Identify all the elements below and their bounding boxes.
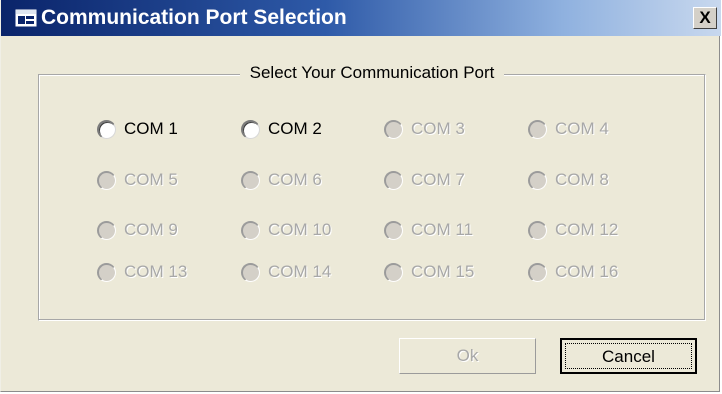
radio-circle-icon — [97, 262, 116, 282]
radio-label: COM 2 — [268, 119, 322, 138]
radio-circle-icon — [528, 262, 547, 282]
focus-ring: Cancel — [565, 343, 692, 369]
radio-com-6: COM 6 — [241, 168, 322, 192]
radio-circle-icon — [384, 170, 403, 190]
radio-com-8: COM 8 — [528, 168, 609, 192]
ok-button-label: Ok — [456, 346, 479, 365]
radio-circle-icon — [528, 220, 547, 240]
port-selection-dialog: Communication Port Selection X Select Yo… — [0, 0, 721, 392]
ok-button[interactable]: Ok — [399, 338, 536, 374]
window-title: Communication Port Selection — [41, 6, 347, 29]
radio-label: COM 10 — [268, 220, 332, 239]
radio-circle-icon — [528, 170, 547, 190]
radio-com-4: COM 4 — [528, 117, 609, 141]
radio-com-7: COM 7 — [384, 168, 465, 192]
radio-com-10: COM 10 — [241, 218, 331, 242]
radio-label: COM 8 — [555, 170, 609, 189]
radio-circle-icon — [241, 170, 260, 190]
radio-circle-icon — [528, 119, 547, 139]
group-title-text: Select Your Communication Port — [239, 63, 505, 82]
radio-circle-icon[interactable] — [241, 119, 260, 139]
radio-circle-icon[interactable] — [97, 119, 116, 139]
radio-com-13: COM 13 — [97, 260, 187, 284]
radio-com-14: COM 14 — [241, 260, 331, 284]
radio-label: COM 15 — [411, 262, 475, 281]
cancel-button[interactable]: Cancel — [560, 338, 697, 374]
radio-com-5: COM 5 — [97, 168, 178, 192]
radio-com-16: COM 16 — [528, 260, 618, 284]
radio-circle-icon — [97, 220, 116, 240]
radio-label: COM 7 — [411, 170, 465, 189]
radio-circle-icon — [384, 262, 403, 282]
radio-label: COM 14 — [268, 262, 332, 281]
radio-circle-icon — [97, 170, 116, 190]
radio-circle-icon — [384, 119, 403, 139]
title-bar[interactable]: Communication Port Selection X — [1, 0, 721, 36]
radio-circle-icon — [241, 262, 260, 282]
radio-label: COM 6 — [268, 170, 322, 189]
radio-label: COM 13 — [124, 262, 188, 281]
close-button[interactable]: X — [693, 7, 717, 29]
cancel-button-label: Cancel — [602, 347, 655, 366]
radio-label: COM 9 — [124, 220, 178, 239]
radio-label: COM 5 — [124, 170, 178, 189]
radio-circle-icon — [384, 220, 403, 240]
group-title: Select Your Communication Port — [59, 62, 685, 84]
radio-circle-icon — [241, 220, 260, 240]
radio-label: COM 1 — [124, 119, 178, 138]
radio-com-3: COM 3 — [384, 117, 465, 141]
radio-label: COM 3 — [411, 119, 465, 138]
dialog-app-icon — [15, 9, 37, 27]
radio-label: COM 11 — [411, 220, 474, 239]
radio-com-11: COM 11 — [384, 218, 473, 242]
radio-com-2[interactable]: COM 2 — [241, 117, 322, 141]
radio-label: COM 4 — [555, 119, 609, 138]
radio-com-12: COM 12 — [528, 218, 618, 242]
radio-label: COM 12 — [555, 220, 619, 239]
radio-com-1[interactable]: COM 1 — [97, 117, 178, 141]
radio-com-9: COM 9 — [97, 218, 178, 242]
radio-com-15: COM 15 — [384, 260, 474, 284]
close-icon: X — [699, 8, 711, 27]
radio-label: COM 16 — [555, 262, 619, 281]
